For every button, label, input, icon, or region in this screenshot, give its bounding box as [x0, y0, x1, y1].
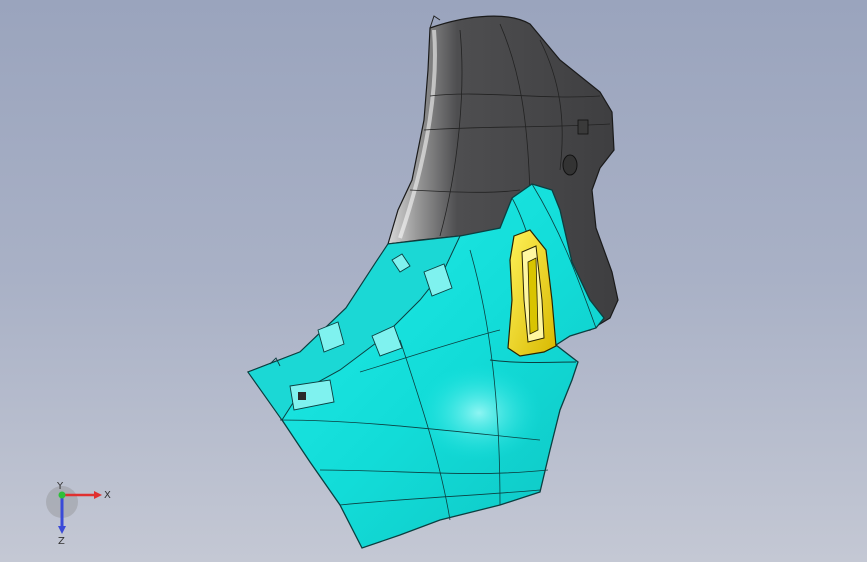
- y-axis-point: [58, 491, 66, 499]
- z-axis-label: Z: [58, 536, 65, 546]
- x-axis-arrowhead: [94, 491, 102, 499]
- y-axis-label: Y: [56, 482, 64, 492]
- coordinate-triad: X Y Z: [46, 482, 111, 546]
- cad-graphics-viewport[interactable]: X Y Z: [0, 0, 867, 562]
- 3d-model-view[interactable]: [0, 0, 867, 562]
- x-axis-label: X: [104, 490, 111, 501]
- z-axis-arrowhead: [58, 526, 66, 534]
